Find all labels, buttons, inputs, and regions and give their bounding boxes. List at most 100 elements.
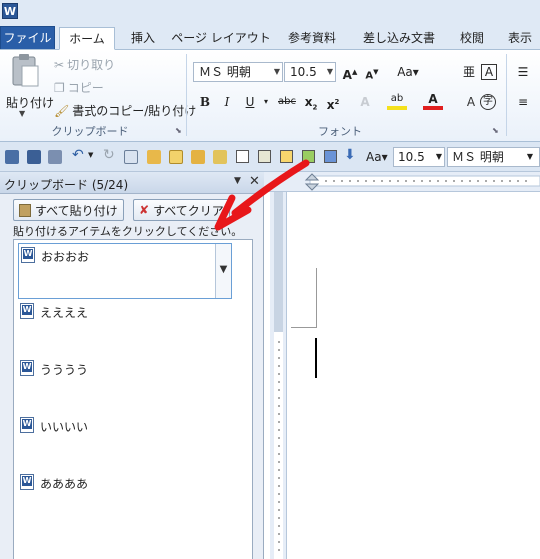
clipboard-item-text: ああああ [40, 477, 89, 491]
case-label: Aa [397, 65, 413, 79]
folder-icon[interactable] [191, 150, 205, 164]
clipboard-group-label: クリップボード [51, 125, 129, 138]
color-green-icon[interactable] [302, 150, 315, 163]
superscript-button[interactable]: x2 [323, 92, 343, 112]
pane-options-icon[interactable]: ▼ [234, 176, 241, 186]
clipboard-item-text: うううう [40, 363, 89, 377]
cut-button[interactable]: ✂ 切り取り [54, 56, 115, 73]
clear-all-button[interactable]: ✘ すべてクリア [133, 199, 230, 221]
horizontal-ruler[interactable] [264, 172, 540, 192]
brush-icon: 🖌 [54, 103, 70, 118]
clipboard-item[interactable]: ああああ [18, 471, 232, 527]
clipboard-pane: クリップボード (5/24) ▼ ✕ すべて貼り付け ✘ すべてクリア 貼り付け… [0, 172, 264, 559]
word-document-icon [20, 360, 34, 376]
grow-font-button[interactable]: A▲ [340, 62, 360, 82]
tab-mailings[interactable]: 差し込み文書 [353, 27, 445, 50]
clipboard-instructions: 貼り付けるアイテムをクリックしてください。 [13, 225, 243, 238]
color-yellow-icon[interactable] [280, 150, 293, 163]
scissors-icon: ✂ [54, 57, 65, 72]
new-icon[interactable] [169, 150, 183, 164]
paste-icon [12, 54, 39, 87]
chevron-down-icon[interactable]: ▼ [88, 151, 93, 159]
format-painter-label: 書式のコピー/貼り付け [72, 104, 197, 118]
bullets-icon[interactable]: ☰ [513, 62, 533, 82]
strikethrough-button[interactable]: abc [276, 92, 298, 112]
highlight-button[interactable]: ab [387, 92, 407, 110]
qat-font-size-combo[interactable]: 10.5 ▼ [393, 147, 445, 167]
subscript-button[interactable]: x2 [301, 92, 321, 112]
enclose-characters-icon[interactable]: 字 [480, 94, 496, 110]
shrink-font-button[interactable]: A▼ [362, 62, 382, 82]
paste-label: 貼り付け [6, 96, 55, 110]
font-name-value: ＭＳ 明朝 [199, 65, 251, 79]
copy-icon: ❐ [54, 80, 65, 95]
tab-file[interactable]: ファイル [0, 26, 55, 49]
clear-all-icon: ✘ [139, 203, 150, 217]
save-icon[interactable] [5, 150, 19, 164]
character-border-icon[interactable]: A [481, 64, 497, 80]
chevron-down-icon: ▼ [435, 152, 442, 161]
font-group-label: フォント [318, 125, 362, 138]
clear-all-label: すべてクリア [153, 203, 224, 218]
clipboard-launcher-icon[interactable]: ⬊ [175, 126, 182, 135]
font-size-value: 10.5 [290, 65, 317, 79]
clipboard-pane-header: クリップボード (5/24) ▼ ✕ [0, 172, 264, 194]
paste-dropdown-icon[interactable]: ▼ [19, 109, 25, 118]
tab-page-layout[interactable]: ページ レイアウト [171, 27, 271, 50]
save-as-icon[interactable] [27, 150, 41, 164]
chevron-down-icon[interactable]: ▾ [256, 92, 276, 112]
paste-all-icon [19, 203, 31, 217]
zoom-icon[interactable] [124, 150, 138, 164]
clipboard-item-text: いいいい [40, 420, 89, 434]
word-document-icon [20, 417, 34, 433]
close-icon[interactable]: ✕ [249, 174, 260, 189]
tab-home[interactable]: ホーム [59, 27, 115, 50]
font-color-button[interactable]: A [423, 92, 443, 110]
tab-view[interactable]: 表示 [500, 27, 540, 50]
align-left-icon[interactable]: ≡ [513, 92, 533, 112]
color-white-icon[interactable] [236, 150, 249, 163]
paste-button[interactable]: 貼り付け ▼ [3, 54, 54, 118]
word-app-icon[interactable]: W [2, 3, 18, 19]
qat-font-name-combo[interactable]: ＭＳ 明朝 ▼ [447, 147, 540, 167]
copy-button[interactable]: ❐ コピー [54, 79, 104, 96]
paste-all-button[interactable]: すべて貼り付け [13, 199, 124, 221]
format-painter-button[interactable]: 🖌 書式のコピー/貼り付け [54, 102, 196, 119]
font-size-combo[interactable]: 10.5 ▼ [284, 62, 336, 82]
italic-button[interactable]: I [217, 92, 237, 112]
qat-case-label: Aa [366, 150, 382, 164]
word-document-icon [20, 474, 34, 490]
text-effects-button[interactable]: A [355, 92, 375, 112]
color-blue-icon[interactable] [324, 150, 337, 163]
character-shading-icon[interactable]: A [461, 92, 481, 112]
document-page[interactable] [288, 192, 540, 559]
redo-icon[interactable]: ↻ [103, 147, 115, 163]
chevron-down-icon[interactable]: ▼ [215, 244, 231, 298]
change-case-qat-button[interactable]: Aa▾ [366, 150, 388, 164]
phonetic-guide-icon[interactable]: 亜 [459, 62, 479, 82]
tab-review[interactable]: 校閲 [452, 27, 492, 50]
bold-button[interactable]: B [195, 92, 215, 112]
arrow-down-icon[interactable]: ⬇ [344, 147, 356, 163]
color-tan-icon[interactable] [258, 150, 271, 163]
change-case-button[interactable]: Aa▾ [393, 62, 423, 82]
clipboard-item[interactable]: いいいい [18, 414, 232, 470]
print-preview-icon[interactable] [48, 150, 62, 164]
insert-icon[interactable] [213, 150, 227, 164]
clipboard-item-text: ええええ [40, 306, 89, 320]
ruler-ticks [304, 173, 540, 191]
open-folder-icon[interactable] [147, 150, 161, 164]
qat-font-size-value: 10.5 [398, 150, 425, 164]
clipboard-item-list: おおおお ▼ ええええ うううう いいいい ああああ [13, 239, 253, 559]
undo-icon[interactable]: ↶ [72, 147, 84, 163]
clipboard-item[interactable]: おおおお ▼ [18, 243, 232, 299]
tab-insert[interactable]: 挿入 [122, 27, 164, 50]
word-document-icon [20, 303, 34, 319]
vertical-ruler[interactable] [270, 192, 287, 559]
ruler-ticks [274, 192, 283, 559]
font-launcher-icon[interactable]: ⬊ [492, 126, 499, 135]
clipboard-item[interactable]: うううう [18, 357, 232, 413]
tab-references[interactable]: 参考資料 [278, 27, 346, 50]
clipboard-item[interactable]: ええええ [18, 300, 232, 356]
font-name-combo[interactable]: ＭＳ 明朝 ▼ [193, 62, 283, 82]
